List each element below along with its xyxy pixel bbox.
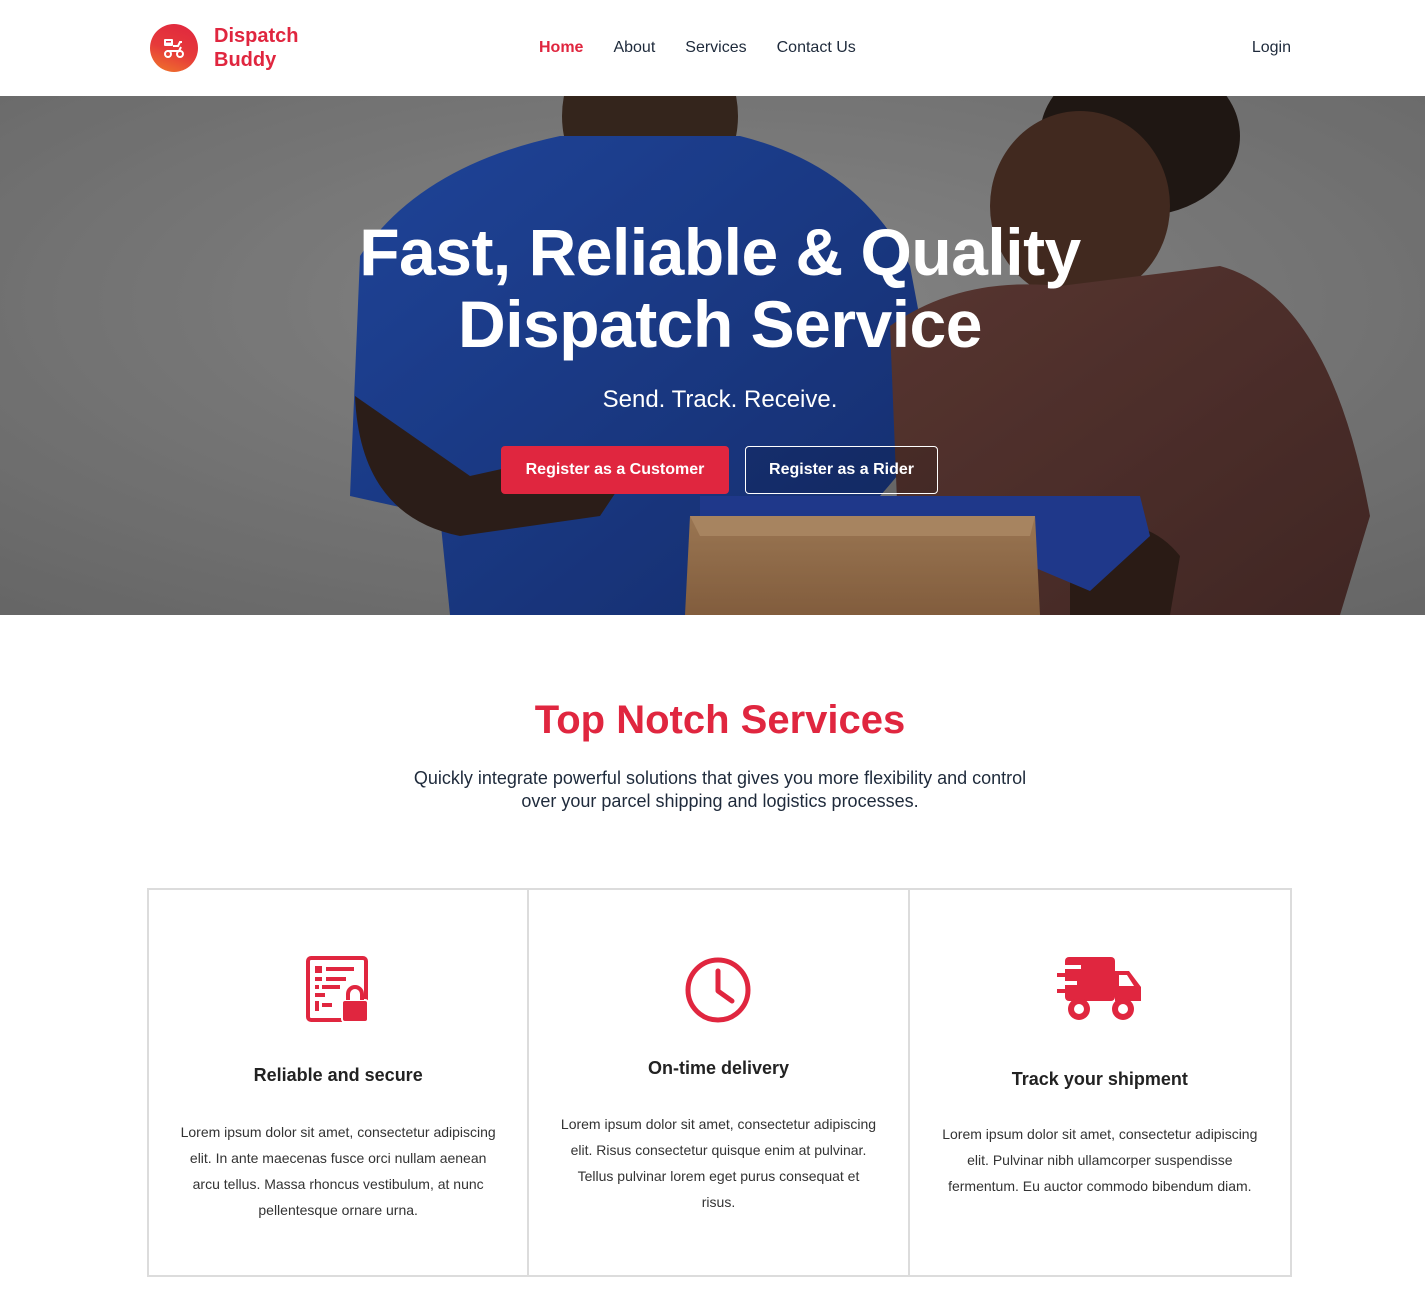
- service-card-title: On-time delivery: [647, 1058, 790, 1078]
- service-card-title: Track your shipment: [1011, 1069, 1188, 1089]
- service-card-track: Track your shipment Lorem ipsum dolor si…: [910, 890, 1290, 1275]
- nav-item-home[interactable]: Home: [539, 36, 583, 60]
- nav-item-contact-us[interactable]: Contact Us: [777, 36, 856, 60]
- scooter-delivery-icon: [150, 24, 198, 72]
- hero-title-line1: Fast, Reliable & Quality: [359, 215, 1081, 289]
- service-card-text: Lorem ipsum dolor sit amet, consectetur …: [942, 1126, 1258, 1194]
- services-description-line1: Quickly integrate powerful solutions tha…: [413, 768, 1027, 788]
- brand-name-line2: Buddy: [214, 49, 277, 71]
- secure-document-lock-icon: [306, 956, 370, 1029]
- brand-name: Dispatch Buddy: [214, 24, 324, 72]
- service-card-text: Lorem ipsum dolor sit amet, consectetur …: [180, 1124, 496, 1218]
- service-card-text: Lorem ipsum dolor sit amet, consectetur …: [560, 1116, 877, 1210]
- service-card-reliable: Reliable and secure Lorem ipsum dolor si…: [149, 890, 530, 1275]
- hero-subtitle: Send. Track. Receive.: [602, 386, 838, 413]
- brand-logo[interactable]: Dispatch Buddy: [150, 24, 324, 72]
- brand-name-line1: Dispatch: [214, 25, 299, 47]
- login-link[interactable]: Login: [1252, 36, 1291, 60]
- service-card-on-time: On-time delivery Lorem ipsum dolor sit a…: [529, 890, 910, 1275]
- main-nav: Home About Services Contact Us: [539, 36, 886, 60]
- hero-title-line2: Dispatch Service: [458, 287, 982, 361]
- clock-icon: [684, 956, 752, 1029]
- services-cards: Reliable and secure Lorem ipsum dolor si…: [147, 888, 1292, 1277]
- fast-truck-icon: [1056, 955, 1143, 1030]
- hero-title: Fast, Reliable & Quality Dispatch Servic…: [0, 216, 1425, 360]
- hero-section: Fast, Reliable & Quality Dispatch Servic…: [0, 96, 1425, 615]
- services-title: Top Notch Services: [534, 698, 906, 742]
- register-customer-button[interactable]: Register as a Customer: [501, 446, 729, 494]
- nav-item-services[interactable]: Services: [685, 36, 746, 60]
- register-rider-button[interactable]: Register as a Rider: [745, 446, 938, 494]
- site-header: Dispatch Buddy Home About Services Conta…: [0, 0, 1425, 96]
- service-card-title: Reliable and secure: [253, 1065, 423, 1085]
- services-description-line2: over your parcel shipping and logistics …: [521, 791, 919, 811]
- nav-item-about[interactable]: About: [613, 36, 655, 60]
- services-description: Quickly integrate powerful solutions tha…: [380, 767, 1060, 813]
